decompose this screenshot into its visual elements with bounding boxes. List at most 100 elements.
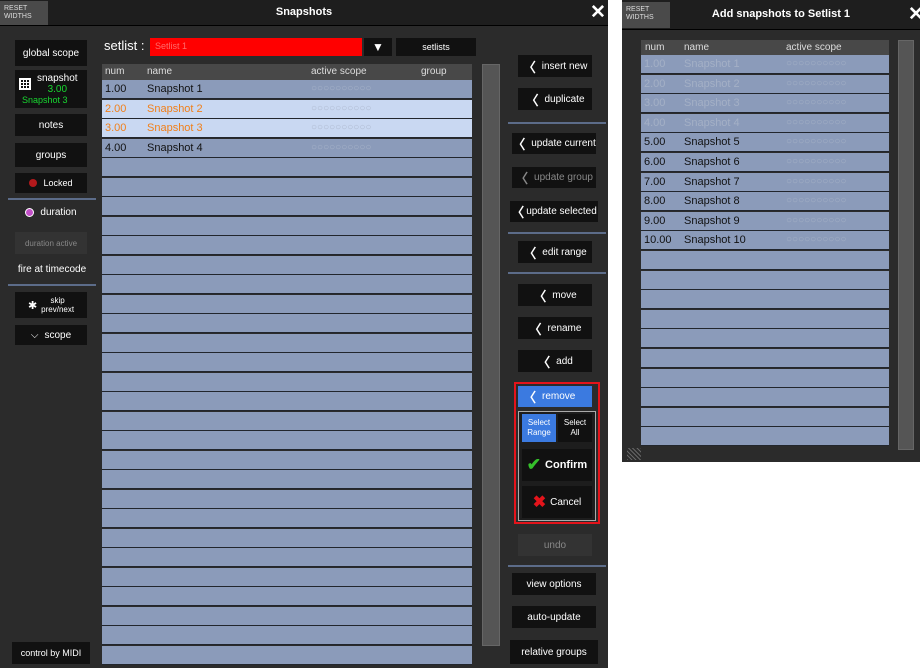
edit-range-button[interactable]: 〈 edit range (518, 241, 592, 263)
remove-button[interactable]: 〈 remove (518, 386, 592, 407)
add-col-name[interactable]: name (684, 42, 709, 53)
control-by-midi-button[interactable]: control by MIDI (12, 642, 90, 664)
snapshot-display[interactable]: snapshot 3.00 Snapshot 3 (15, 70, 87, 108)
table-row[interactable] (102, 509, 472, 528)
table-row[interactable] (102, 314, 472, 333)
table-row[interactable]: 4.00 Snapshot 4 ○○○○○○○○○○ (102, 138, 472, 158)
add-table-row[interactable] (641, 407, 889, 427)
col-active-scope[interactable]: active scope (311, 66, 367, 77)
add-table-row[interactable] (641, 309, 889, 329)
select-all-button[interactable]: Select All (558, 414, 592, 442)
duration-toggle[interactable]: duration (15, 202, 87, 222)
table-row[interactable] (102, 587, 472, 606)
update-selected-button[interactable]: 〈 update selected (510, 201, 598, 222)
table-row[interactable] (102, 528, 472, 548)
add-table-row[interactable] (641, 368, 889, 388)
add-table-row[interactable] (641, 329, 889, 349)
update-group-button[interactable]: 〈 update group (512, 167, 596, 188)
setlists-button[interactable]: setlists (396, 38, 476, 56)
add-table-row[interactable] (641, 270, 889, 290)
add-col-num[interactable]: num (645, 42, 664, 53)
auto-update-button[interactable]: auto-update (512, 606, 596, 628)
add-table-row[interactable]: 3.00 Snapshot 3 ○○○○○○○○○○ (641, 94, 889, 114)
table-row[interactable] (102, 333, 472, 353)
chevron-left-icon: 〈 (511, 205, 525, 220)
add-table-row[interactable]: 9.00 Snapshot 9 ○○○○○○○○○○ (641, 211, 889, 231)
add-table-row[interactable] (641, 388, 889, 408)
table-row[interactable] (102, 450, 472, 470)
divider (508, 565, 606, 567)
add-row-num: 8.00 (644, 195, 666, 208)
move-button[interactable]: 〈 move (518, 284, 592, 306)
groups-label: groups (35, 149, 67, 161)
table-row[interactable] (102, 606, 472, 626)
table-row[interactable] (102, 626, 472, 645)
duration-active-button[interactable]: duration active (15, 232, 87, 254)
table-row[interactable] (102, 158, 472, 177)
locked-label: Locked (43, 178, 73, 188)
table-row[interactable] (102, 431, 472, 450)
resize-grip-icon[interactable] (627, 448, 641, 460)
table-row[interactable] (102, 411, 472, 431)
table-row[interactable] (102, 548, 472, 567)
select-range-button[interactable]: Select Range (522, 414, 556, 442)
confirm-button[interactable]: ✔ Confirm (522, 449, 592, 481)
add-table-row[interactable]: 4.00 Snapshot 4 ○○○○○○○○○○ (641, 113, 889, 133)
fire-at-timecode-button[interactable]: fire at timecode (12, 258, 92, 280)
table-row[interactable] (102, 177, 472, 197)
table-row[interactable]: 1.00 Snapshot 1 ○○○○○○○○○○ (102, 80, 472, 99)
table-row[interactable]: 2.00 Snapshot 2 ○○○○○○○○○○ (102, 99, 472, 119)
table-row[interactable] (102, 236, 472, 255)
table-row[interactable] (102, 567, 472, 587)
table-row[interactable] (102, 470, 472, 489)
add-table-row[interactable]: 2.00 Snapshot 2 ○○○○○○○○○○ (641, 74, 889, 94)
add-button[interactable]: 〈 add (518, 350, 592, 372)
setlist-name-field[interactable]: Setlist 1 (150, 38, 362, 56)
notes-button[interactable]: notes (15, 114, 87, 136)
table-row[interactable] (102, 392, 472, 411)
add-table-row[interactable]: 1.00 Snapshot 1 ○○○○○○○○○○ (641, 55, 889, 74)
cancel-button[interactable]: ✖ Cancel (522, 486, 592, 518)
add-table-row[interactable]: 7.00 Snapshot 7 ○○○○○○○○○○ (641, 172, 889, 192)
table-row[interactable] (102, 294, 472, 314)
duplicate-button[interactable]: 〈 duplicate (518, 88, 592, 110)
table-row[interactable] (102, 645, 472, 665)
add-close-icon[interactable]: ✕ (908, 5, 920, 24)
add-table-row[interactable]: 6.00 Snapshot 6 ○○○○○○○○○○ (641, 153, 889, 172)
locked-toggle[interactable]: Locked (15, 173, 87, 193)
add-col-active-scope[interactable]: active scope (786, 42, 842, 53)
undo-button[interactable]: undo (518, 534, 592, 556)
global-scope-button[interactable]: global scope (15, 40, 87, 66)
table-row[interactable] (102, 489, 472, 509)
col-num[interactable]: num (105, 66, 124, 77)
table-row[interactable]: 3.00 Snapshot 3 ○○○○○○○○○○ (102, 119, 472, 138)
add-table-row[interactable] (641, 290, 889, 310)
table-row[interactable] (102, 197, 472, 216)
close-icon[interactable]: ✕ (590, 3, 606, 22)
setlist-dropdown-icon[interactable]: ▼ (364, 38, 392, 56)
scope-toggle[interactable]: ⌵ scope (15, 325, 87, 345)
add-table-scrollbar[interactable] (898, 40, 914, 450)
rename-button[interactable]: 〈 rename (518, 317, 592, 339)
relative-groups-button[interactable]: relative groups (510, 640, 598, 664)
table-row[interactable] (102, 372, 472, 392)
add-table-row[interactable] (641, 427, 889, 447)
table-row[interactable] (102, 353, 472, 372)
view-options-button[interactable]: view options (512, 573, 596, 595)
update-current-button[interactable]: 〈 update current (512, 133, 596, 154)
add-table-row[interactable] (641, 251, 889, 270)
col-name[interactable]: name (147, 66, 172, 77)
add-table-row[interactable]: 10.00 Snapshot 10 ○○○○○○○○○○ (641, 231, 889, 251)
table-row[interactable] (102, 255, 472, 275)
groups-button[interactable]: groups (15, 143, 87, 167)
skip-prev-next-toggle[interactable]: ✱ skip prev/next (15, 292, 87, 318)
add-table-row[interactable]: 5.00 Snapshot 5 ○○○○○○○○○○ (641, 133, 889, 153)
col-group[interactable]: group (421, 66, 447, 77)
table-scrollbar[interactable] (482, 64, 500, 646)
table-row[interactable] (102, 275, 472, 294)
title-bar: RESET WIDTHS Snapshots ✕ (0, 0, 608, 26)
add-table-row[interactable] (641, 349, 889, 368)
insert-new-button[interactable]: 〈 insert new (518, 55, 592, 77)
add-table-row[interactable]: 8.00 Snapshot 8 ○○○○○○○○○○ (641, 192, 889, 212)
table-row[interactable] (102, 216, 472, 236)
